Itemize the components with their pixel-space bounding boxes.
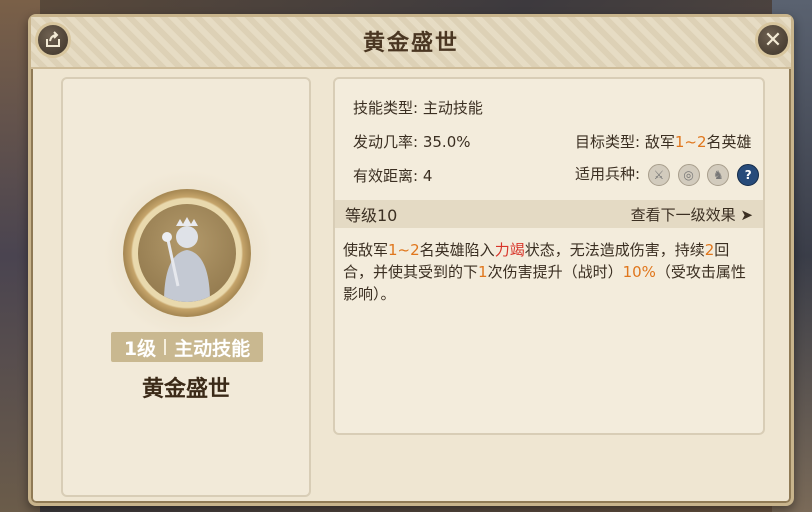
horse-icon[interactable]: ♞ [707, 163, 730, 186]
skill-panel: 黄金盛世 ✕ 1级 主动技能 黄金盛世 技能类型: 主动技能 发动几率: 35.… [28, 14, 794, 506]
badge-divider [164, 339, 167, 355]
target-range: 1~2 [674, 133, 707, 151]
status-keyword-link[interactable]: 力竭 [495, 241, 525, 259]
skill-description: 使敌军1~2名英雄陷入力竭状态，无法造成伤害，持续2回合，并使其受到的下1次伤害… [343, 239, 753, 305]
share-button[interactable] [35, 22, 71, 58]
share-icon [46, 31, 60, 47]
distance-value: 4 [422, 167, 433, 185]
target-icon[interactable]: ◎ [677, 163, 700, 186]
panel-title: 黄金盛世 [362, 31, 459, 56]
crowned-figure-icon [162, 217, 210, 302]
target-type-row: 目标类型: 敌军1~2名英雄 [575, 131, 752, 152]
desc-value: 1~2 [388, 241, 420, 259]
panel-header: 黄金盛世 [31, 17, 791, 69]
view-next-level-link[interactable]: 查看下一级效果 ➤ [631, 204, 753, 225]
desc-value: 10% [622, 263, 656, 281]
skill-detail-card: 技能类型: 主动技能 发动几率: 35.0% 目标类型: 敌军1~2名英雄 有效… [333, 77, 765, 435]
target-prefix: 敌军 [644, 133, 675, 151]
troop-types-row: 适用兵种: ⚔ ◎ ♞ ? [575, 163, 760, 186]
current-level: 等级10 [345, 206, 398, 225]
close-icon: ✕ [763, 27, 783, 53]
effective-distance-row: 有效距离: 4 [353, 165, 432, 186]
desc-value: 2 [704, 241, 715, 259]
sword-icon[interactable]: ⚔ [647, 163, 670, 186]
trigger-rate-value: 35.0% [422, 133, 471, 151]
skill-portrait-frame [123, 189, 251, 317]
skill-level: 1级 [123, 337, 157, 360]
desc-value: 1 [478, 263, 488, 281]
skill-level-badge: 1级 主动技能 [111, 332, 263, 362]
trigger-rate-row: 发动几率: 35.0% [353, 131, 471, 152]
skill-portrait [138, 204, 236, 302]
desc-text: 使敌军 [343, 241, 389, 259]
desc-text: 次伤害提升（战时） [487, 263, 623, 281]
desc-text: 状态，无法造成伤害，持续 [524, 241, 705, 259]
distance-label: 有效距离: [353, 167, 419, 185]
desc-text: 名英雄陷入 [419, 241, 495, 259]
help-icon[interactable]: ? [737, 163, 760, 186]
target-suffix: 名英雄 [706, 133, 752, 151]
skill-type-label: 技能类型: [353, 99, 419, 117]
troop-types-label: 适用兵种: [575, 165, 641, 183]
level-bar: 等级10 查看下一级效果 ➤ [335, 200, 763, 228]
skill-type-value: 主动技能 [422, 99, 483, 117]
target-type-label: 目标类型: [575, 133, 641, 151]
trigger-rate-label: 发动几率: [353, 133, 419, 151]
skill-name: 黄金盛世 [141, 377, 230, 402]
skill-type-tag: 主动技能 [174, 337, 251, 360]
skill-type-row: 技能类型: 主动技能 [353, 97, 483, 118]
skill-summary-card: 1级 主动技能 黄金盛世 [61, 77, 311, 497]
close-button[interactable]: ✕ [755, 22, 791, 58]
